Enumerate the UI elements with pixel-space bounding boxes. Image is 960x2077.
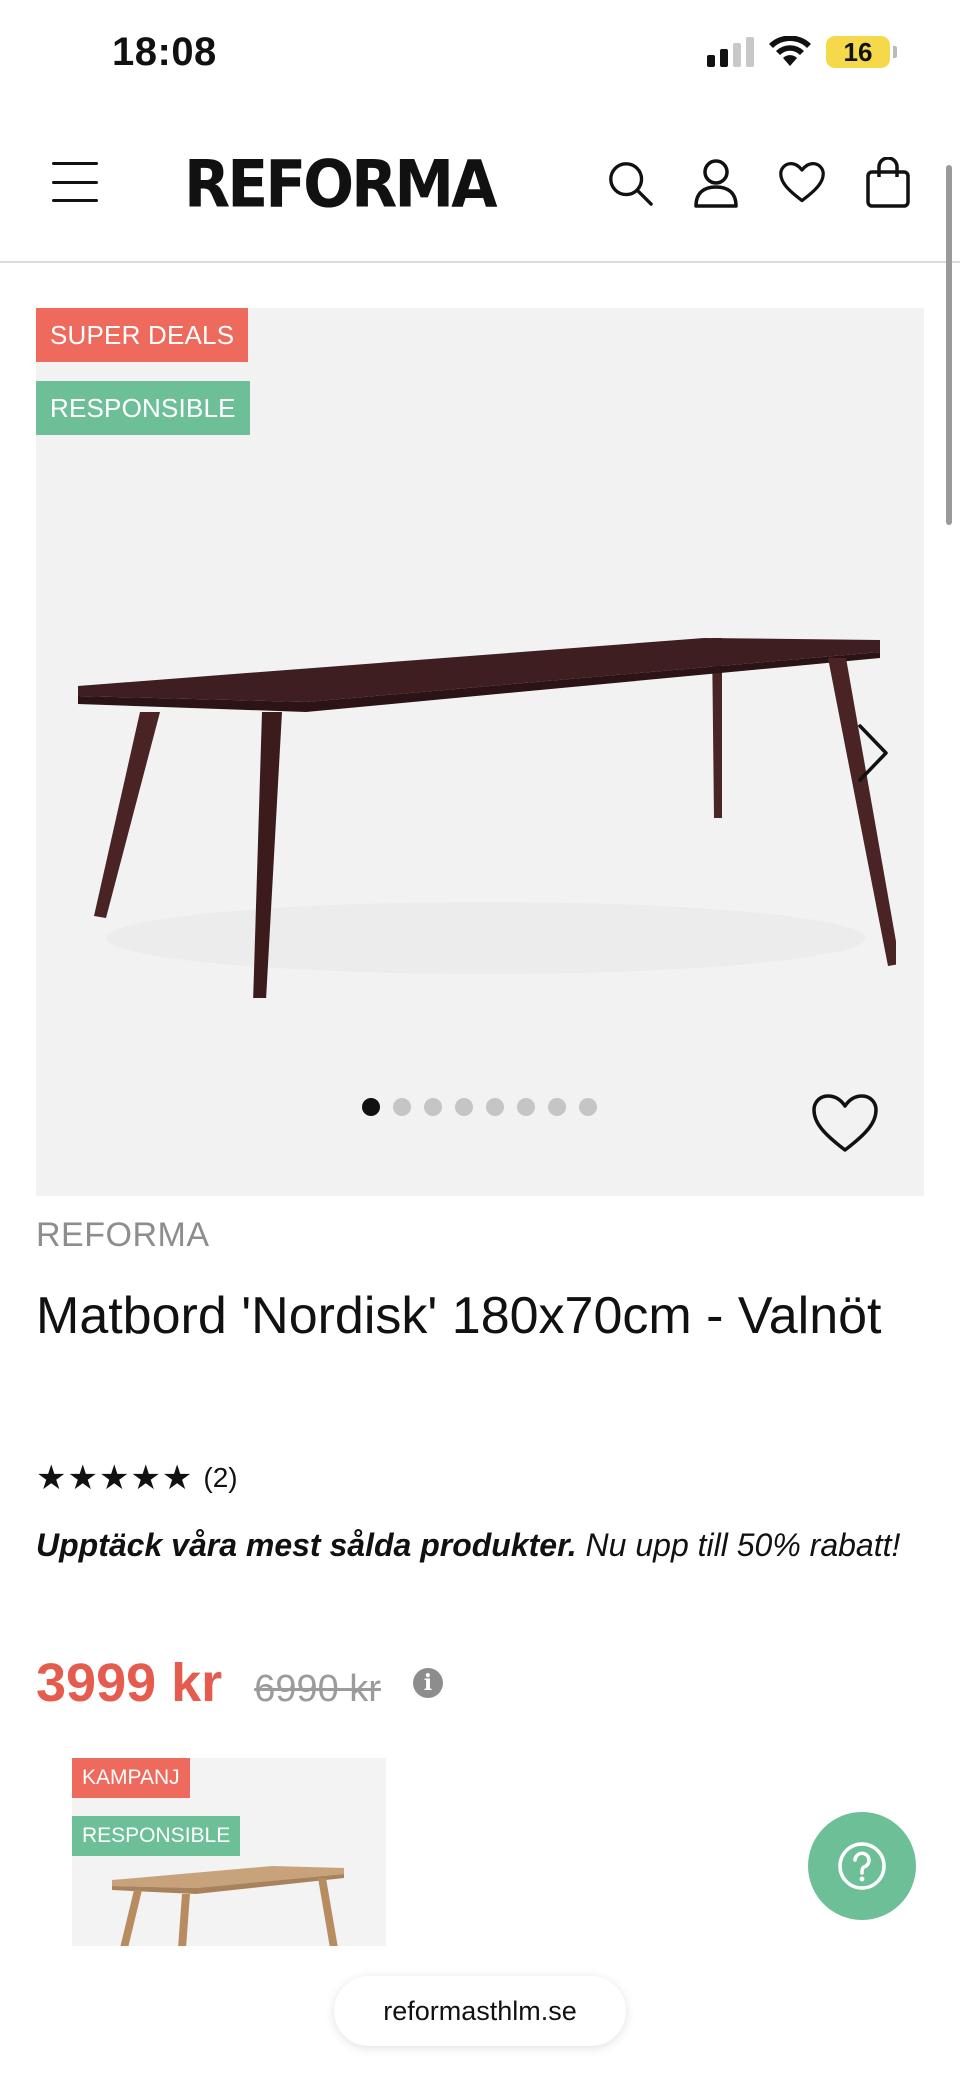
wifi-icon [769, 36, 811, 66]
responsible-badge: RESPONSIBLE [72, 1816, 241, 1856]
header-actions [606, 157, 912, 208]
product-image [78, 638, 896, 998]
pagination-dot[interactable] [424, 1098, 442, 1116]
pagination-dot[interactable] [486, 1098, 504, 1116]
account-icon[interactable] [692, 158, 740, 208]
responsible-badge: RESPONSIBLE [36, 381, 250, 435]
status-time: 18:08 [112, 30, 217, 74]
kampanj-badge: KAMPANJ [72, 1758, 190, 1798]
browser-url-bar[interactable]: reformasthlm.se [334, 1976, 626, 2046]
signal-icon [707, 37, 754, 67]
image-pagination [362, 1098, 597, 1116]
product-title: Matbord 'Nordisk' 180x70cm - Valnöt [36, 1287, 882, 1345]
pagination-dot[interactable] [548, 1098, 566, 1116]
product-brand[interactable]: REFORMA [36, 1216, 210, 1255]
status-icons: 16 [707, 36, 897, 68]
help-button[interactable] [808, 1812, 916, 1920]
battery-level: 16 [843, 36, 873, 67]
pagination-dot[interactable] [579, 1098, 597, 1116]
status-bar: 18:08 16 [0, 0, 960, 110]
site-logo[interactable]: REFORMA [184, 147, 498, 223]
pagination-dot[interactable] [517, 1098, 535, 1116]
current-price: 3999 kr [36, 1653, 223, 1713]
menu-icon[interactable] [52, 162, 98, 202]
pagination-dot[interactable] [362, 1098, 380, 1116]
add-to-wishlist-heart-icon[interactable] [810, 1092, 880, 1156]
star-rating-icon: ★★★★★ [36, 1459, 194, 1497]
page-scrollbar[interactable] [946, 165, 952, 525]
original-price: 6990 kr [254, 1668, 381, 1710]
review-count: (2) [203, 1462, 238, 1493]
super-deals-badge: SUPER DEALS [36, 308, 249, 362]
product-gallery[interactable]: SUPER DEALS RESPONSIBLE [36, 308, 924, 1196]
site-header: REFORMA [0, 110, 960, 263]
related-product-card[interactable]: KAMPANJ RESPONSIBLE [72, 1758, 386, 1946]
promo-text: Upptäck våra mest sålda produkter. Nu up… [36, 1522, 916, 1568]
help-question-icon [838, 1842, 886, 1890]
battery-icon: 16 [826, 36, 897, 68]
price-info-icon[interactable]: i [412, 1668, 443, 1698]
promo-bold-text: Upptäck våra mest sålda produkter. [36, 1527, 577, 1563]
pagination-dot[interactable] [393, 1098, 411, 1116]
wishlist-icon[interactable] [778, 158, 826, 208]
product-rating[interactable]: ★★★★★ (2) [36, 1458, 238, 1498]
related-product-image [112, 1866, 344, 1946]
pagination-dot[interactable] [455, 1098, 473, 1116]
next-image-arrow-icon[interactable] [846, 718, 896, 788]
search-icon[interactable] [606, 158, 654, 208]
promo-rest-text: Nu upp till 50% rabatt! [576, 1527, 901, 1563]
price-row: 3999 kr 6990 kr i [36, 1652, 443, 1714]
cart-icon[interactable] [864, 157, 912, 208]
